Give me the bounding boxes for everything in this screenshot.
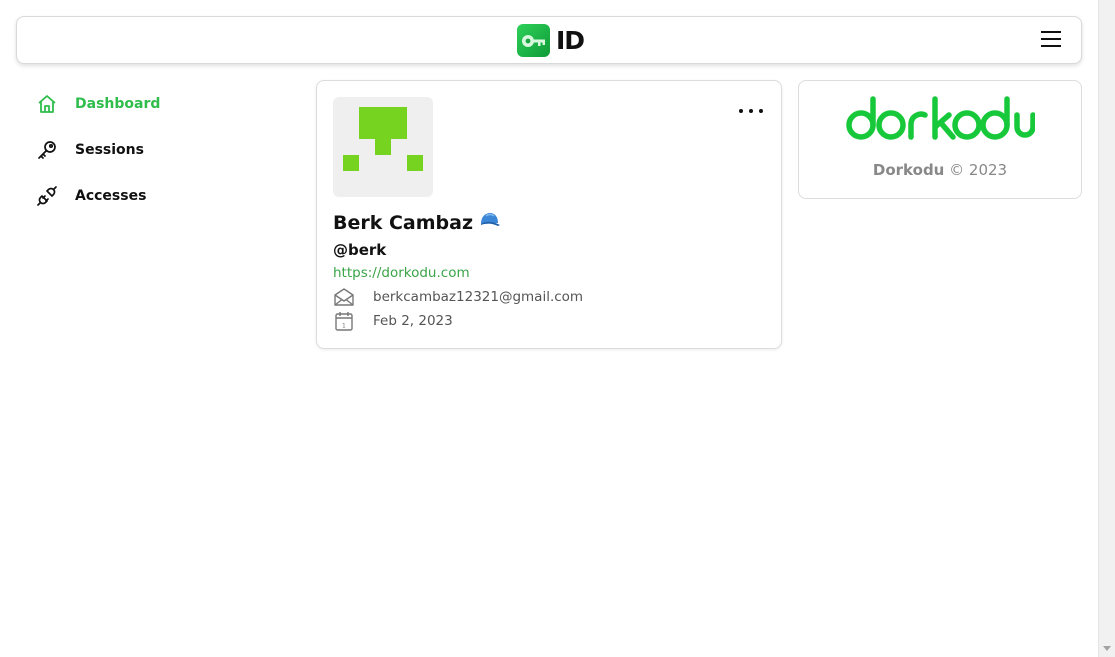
sidebar-item-label: Accesses xyxy=(75,188,147,204)
profile-name-text: Berk Cambaz xyxy=(333,211,474,234)
page: ID Dashboard Sessions Accesses Berk Camb… xyxy=(0,0,1098,657)
joined-date-text: Feb 2, 2023 xyxy=(373,313,453,329)
calendar-icon: 1 xyxy=(333,310,355,332)
hamburger-menu-icon[interactable] xyxy=(1041,31,1061,49)
copyright-text: Dorkodu © 2023 xyxy=(799,161,1081,179)
mail-icon xyxy=(333,286,355,308)
key-icon xyxy=(33,136,61,164)
svg-text:1: 1 xyxy=(342,323,346,330)
top-header: ID xyxy=(16,16,1082,64)
key-icon xyxy=(517,24,550,57)
joined-date-row: 1 Feb 2, 2023 xyxy=(333,310,453,332)
more-options-icon[interactable] xyxy=(739,101,763,121)
sidebar-item-label: Dashboard xyxy=(75,96,161,112)
email-text: berkcambaz12321@gmail.com xyxy=(373,289,584,305)
profile-name: Berk Cambaz xyxy=(333,211,501,234)
brand[interactable]: ID xyxy=(517,24,585,57)
avatar xyxy=(333,97,433,197)
sidebar-item-accesses[interactable]: Accesses xyxy=(33,173,293,219)
profile-card: Berk Cambaz @berk https://dorkodu.com be… xyxy=(316,80,782,349)
scroll-down-arrow-icon[interactable] xyxy=(1103,646,1111,651)
dorkodu-wordmark-logo[interactable] xyxy=(845,95,1036,149)
home-icon xyxy=(33,90,61,118)
sidebar-nav: Dashboard Sessions Accesses xyxy=(33,81,293,219)
profile-handle: @berk xyxy=(333,241,387,259)
email-row: berkcambaz12321@gmail.com xyxy=(333,286,583,308)
plug-icon xyxy=(33,182,61,210)
sidebar-item-sessions[interactable]: Sessions xyxy=(33,127,293,173)
brand-card: Dorkodu © 2023 xyxy=(798,80,1082,199)
sidebar-item-dashboard[interactable]: Dashboard xyxy=(33,81,293,127)
copyright-owner: Dorkodu xyxy=(872,161,945,179)
copyright-year: © 2023 xyxy=(949,161,1008,179)
sidebar-item-label: Sessions xyxy=(75,142,144,158)
vertical-scrollbar[interactable] xyxy=(1098,0,1115,657)
profile-website-link[interactable]: https://dorkodu.com xyxy=(333,265,470,281)
brand-text: ID xyxy=(556,26,585,55)
cap-icon xyxy=(479,211,501,234)
